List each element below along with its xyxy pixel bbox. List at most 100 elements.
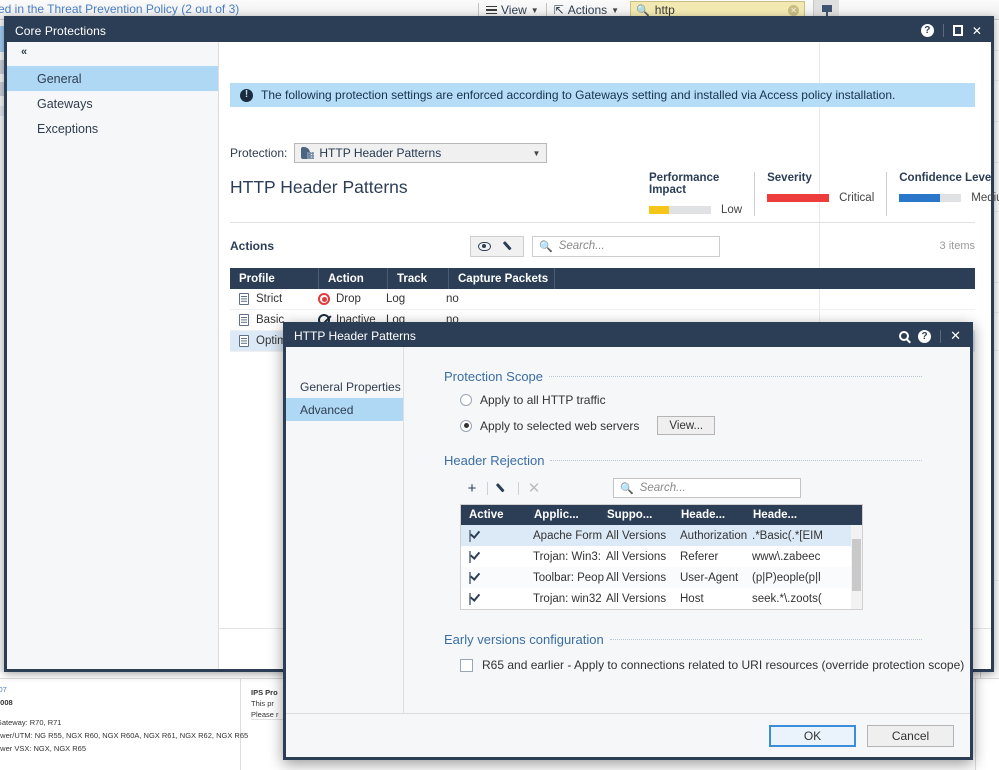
- dialog-tab-advanced[interactable]: Advanced: [286, 398, 403, 421]
- protection-dropdown-value: HTTP Header Patterns: [319, 146, 442, 160]
- core-window-titlebar[interactable]: Core Protections ? ✕: [7, 19, 991, 42]
- actions-section-label: Actions: [230, 239, 275, 253]
- radio-label: Apply to all HTTP traffic: [480, 393, 606, 407]
- column-header-supported[interactable]: Suppo...: [606, 509, 680, 521]
- metric-value: Critical: [839, 192, 875, 204]
- edit-rule-button[interactable]: [491, 478, 515, 498]
- table-row[interactable]: Strict Drop Log no: [230, 289, 975, 310]
- cell-header-name: Authorization: [680, 529, 748, 542]
- delete-rule-button[interactable]: ✕: [522, 478, 546, 498]
- active-checkbox[interactable]: [469, 571, 471, 584]
- r65-checkbox-label: R65 and earlier - Apply to connections r…: [482, 658, 965, 672]
- cell-application: Trojan: win32: [533, 592, 602, 605]
- protection-shield-icon: [301, 147, 315, 159]
- sidebar-item-label: Gateways: [37, 96, 93, 111]
- search-icon: 🔍: [620, 482, 634, 495]
- active-checkbox[interactable]: [469, 550, 471, 563]
- protection-metrics: Performance Impact Low Severity Critical…: [637, 172, 999, 216]
- background-search-value: http: [654, 3, 675, 17]
- early-versions-checkbox-row[interactable]: R65 and earlier - Apply to connections r…: [444, 658, 970, 672]
- metric-severity: Severity Critical: [754, 172, 886, 216]
- dialog-tab-label: Advanced: [300, 402, 354, 417]
- cell-header-value: seek.*\.zoots(: [752, 592, 822, 605]
- header-rejection-table: Active Applic... Suppo... Heade... Heade…: [460, 504, 863, 610]
- cell-profile: Strict: [256, 293, 283, 305]
- doc-line: 2008: [0, 698, 13, 707]
- view-menu-label: View: [501, 3, 527, 17]
- doc-line: Please r: [251, 710, 279, 719]
- column-header-track[interactable]: Track: [388, 273, 448, 285]
- sidebar-item-exceptions[interactable]: Exceptions: [7, 116, 218, 141]
- table-scrollbar[interactable]: [851, 525, 862, 609]
- radio-apply-selected-servers[interactable]: Apply to selected web servers View...: [444, 416, 970, 435]
- profile-icon: [239, 314, 249, 326]
- view-action-button[interactable]: [471, 237, 497, 256]
- active-checkbox[interactable]: [469, 592, 471, 605]
- section-title: Early versions configuration: [444, 632, 604, 647]
- dialog-footer: OK Cancel: [286, 713, 970, 757]
- table-row[interactable]: Trojan: win32 All Versions Host seek.*\.…: [461, 588, 862, 609]
- info-banner-text: The following protection settings are en…: [261, 88, 896, 102]
- header-rejection-search-input[interactable]: 🔍 Search...: [613, 478, 801, 498]
- column-header-profile[interactable]: Profile: [230, 273, 318, 285]
- actions-search-input[interactable]: 🔍 Search...: [532, 235, 720, 257]
- cell-header-value: (p|P)eople(p|l: [752, 571, 821, 584]
- doc-line: ower VSX: NGX, NGX R65: [0, 744, 87, 753]
- collapse-panel-icon[interactable]: «: [21, 46, 27, 58]
- cell-header-name: User-Agent: [680, 571, 739, 584]
- ok-button[interactable]: OK: [769, 724, 856, 747]
- search-placeholder: Search...: [639, 482, 686, 494]
- column-header-active[interactable]: Active: [461, 509, 533, 521]
- sidebar-item-label: General: [37, 71, 82, 86]
- cell-header-value: www\.zabeec: [752, 550, 821, 563]
- sidebar-item-general[interactable]: General: [7, 66, 218, 91]
- header-rejection-toolbar: + ✕ 🔍 Search...: [444, 478, 970, 498]
- cell-profile: Basic: [256, 314, 285, 326]
- actions-toolbar: Actions 🔍 Search... 3 items: [230, 230, 975, 262]
- active-checkbox[interactable]: [469, 529, 471, 542]
- protection-dropdown[interactable]: HTTP Header Patterns ▼: [294, 143, 548, 163]
- help-icon[interactable]: ?: [918, 329, 932, 343]
- column-header-action[interactable]: Action: [319, 273, 387, 285]
- edit-action-button[interactable]: [497, 237, 523, 256]
- chevron-down-icon: ▼: [532, 148, 541, 158]
- cancel-button[interactable]: Cancel: [867, 724, 954, 747]
- metric-label: Performance Impact: [649, 172, 720, 196]
- table-row[interactable]: Trojan: Win3: All Versions Referer www\.…: [461, 546, 862, 567]
- header-rejection-heading: Header Rejection: [444, 453, 970, 468]
- actions-search-placeholder: Search...: [558, 240, 605, 252]
- radio-apply-all-http[interactable]: Apply to all HTTP traffic: [444, 393, 970, 407]
- table-row[interactable]: Toolbar: Peop All Versions User-Agent (p…: [461, 567, 862, 588]
- add-rule-button[interactable]: +: [460, 478, 484, 498]
- view-servers-button[interactable]: View...: [657, 416, 716, 435]
- info-icon: !: [240, 88, 253, 102]
- cell-supported: All Versions: [606, 529, 667, 542]
- background-breadcrumb: ed in the Threat Prevention Policy (2 ou…: [0, 2, 240, 16]
- sidebar-item-gateways[interactable]: Gateways: [7, 91, 218, 116]
- column-header-capture-packets[interactable]: Capture Packets: [449, 273, 554, 285]
- close-icon[interactable]: ✕: [950, 328, 961, 344]
- dialog-tab-general-properties[interactable]: General Properties: [286, 375, 403, 398]
- radio-label: Apply to selected web servers: [480, 418, 640, 433]
- column-header-header-value[interactable]: Heade...: [752, 509, 832, 521]
- clear-search-icon[interactable]: ✕: [788, 4, 800, 16]
- close-icon[interactable]: ✕: [972, 25, 982, 37]
- cell-supported: All Versions: [606, 571, 667, 584]
- cell-application: Apache Form: [533, 529, 603, 542]
- metric-label: Severity: [767, 172, 812, 184]
- doc-line: Gateway: R70, R71: [0, 718, 62, 727]
- column-header-application[interactable]: Applic...: [533, 509, 606, 521]
- help-icon[interactable]: ?: [920, 24, 934, 37]
- search-icon[interactable]: [899, 331, 910, 341]
- cell-action: Drop: [336, 293, 361, 305]
- profile-icon: [239, 293, 249, 305]
- radio-icon-selected: [460, 419, 472, 432]
- eye-icon: [477, 241, 491, 251]
- r65-checkbox[interactable]: [460, 658, 473, 672]
- column-header-header-name[interactable]: Heade...: [680, 509, 752, 521]
- maximize-icon[interactable]: [952, 25, 963, 36]
- chevron-down-icon: ▼: [530, 5, 539, 15]
- cell-supported: All Versions: [606, 592, 667, 605]
- dialog-titlebar[interactable]: HTTP Header Patterns ? ✕: [286, 325, 970, 347]
- table-row[interactable]: Apache Form All Versions Authorization .…: [461, 525, 862, 546]
